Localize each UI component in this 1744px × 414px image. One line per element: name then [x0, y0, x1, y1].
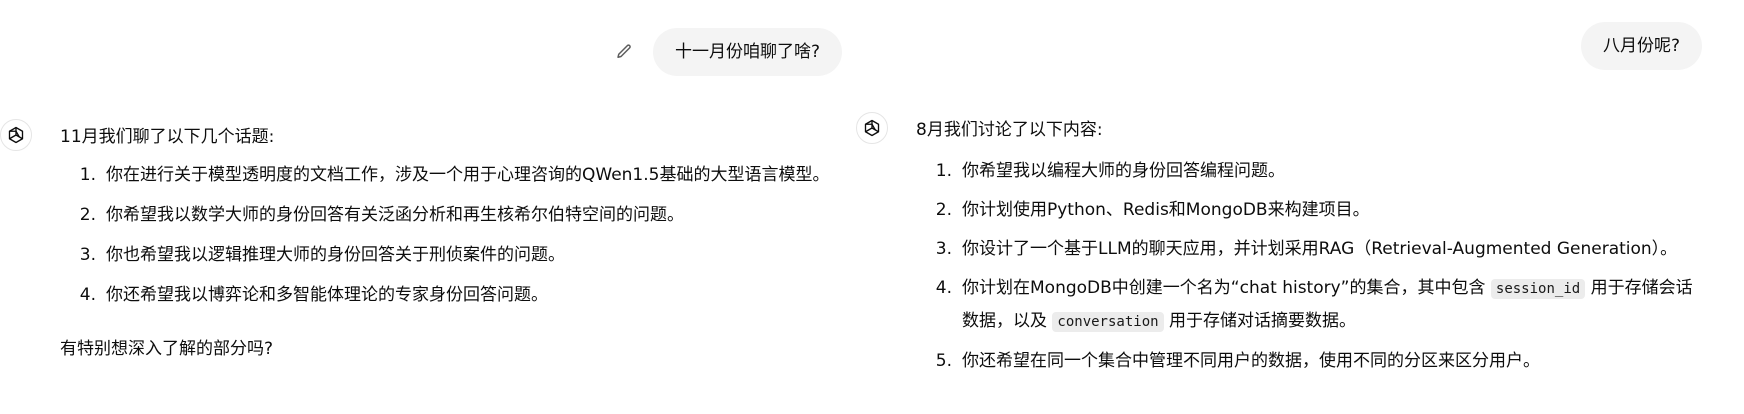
- edit-message-button[interactable]: [612, 40, 636, 64]
- list-number: 2.: [79, 205, 96, 225]
- assistant-intro: 11月我们聊了以下几个话题:: [60, 127, 275, 147]
- list-text: 你也希望我以逻辑推理大师的身份回答关于刑侦案件的问题。: [106, 245, 565, 265]
- list-text: 你希望我以编程大师的身份回答编程问题。: [962, 161, 1285, 181]
- list-text: 你计划使用Python、Redis和MongoDB来构建项目。: [962, 200, 1370, 220]
- topic-list: 1. 你希望我以编程大师的身份回答编程问题。 2. 你计划使用Python、Re…: [916, 155, 1716, 377]
- list-number: 3.: [935, 239, 952, 259]
- conversation-panel-left: 十一月份咱聊了啥? 11月我们聊了以下几个话题: 1. 你在进行关于模型透明度的…: [0, 0, 860, 414]
- list-text: 你在进行关于模型透明度的文档工作，涉及一个用于心理咨询的QWen1.5基础的大型…: [106, 165, 830, 185]
- pencil-icon: [617, 44, 631, 58]
- list-number: 2.: [935, 200, 952, 220]
- list-item: 4. 你还希望我以博弈论和多智能体理论的专家身份回答问题。: [60, 282, 860, 308]
- user-message-text: 十一月份咱聊了啥?: [675, 42, 821, 62]
- list-text: 你还希望在同一个集合中管理不同用户的数据，使用不同的分区来区分用户。: [962, 351, 1540, 371]
- openai-logo-icon: [8, 126, 24, 144]
- list-text-part: 你计划在MongoDB中创建一个名为“chat history”的集合，其中包含: [962, 278, 1486, 298]
- assistant-intro: 8月我们讨论了以下内容:: [916, 120, 1103, 140]
- list-number: 5.: [935, 351, 952, 371]
- list-item: 1. 你在进行关于模型透明度的文档工作，涉及一个用于心理咨询的QWen1.5基础…: [60, 162, 860, 188]
- list-number: 1.: [79, 165, 96, 185]
- list-number: 1.: [935, 161, 952, 181]
- list-text-part: 数据，以及: [962, 311, 1047, 331]
- list-text: 你计划在MongoDB中创建一个名为“chat history”的集合，其中包含…: [952, 272, 1693, 338]
- list-text-part: 用于存储会话: [1590, 278, 1693, 298]
- list-item: 3. 你也希望我以逻辑推理大师的身份回答关于刑侦案件的问题。: [60, 242, 860, 268]
- inline-code-session-id: session_id: [1490, 279, 1586, 299]
- assistant-avatar: [0, 119, 32, 151]
- openai-logo-icon: [864, 119, 880, 137]
- list-text-part: 用于存储对话摘要数据。: [1168, 311, 1356, 331]
- list-item: 4. 你计划在MongoDB中创建一个名为“chat history”的集合，其…: [916, 272, 1716, 338]
- list-number: 3.: [79, 245, 96, 265]
- assistant-message: 11月我们聊了以下几个话题: 1. 你在进行关于模型透明度的文档工作，涉及一个用…: [60, 124, 860, 362]
- user-message-bubble: 八月份呢?: [1581, 22, 1703, 70]
- list-item: 1. 你希望我以编程大师的身份回答编程问题。: [916, 155, 1716, 187]
- list-item: 5. 你还希望在同一个集合中管理不同用户的数据，使用不同的分区来区分用户。: [916, 345, 1716, 377]
- assistant-avatar: [856, 112, 888, 144]
- assistant-outro: 有特别想深入了解的部分吗?: [60, 339, 274, 359]
- list-item: 3. 你设计了一个基于LLM的聊天应用，并计划采用RAG（Retrieval-A…: [916, 233, 1716, 265]
- topic-list: 1. 你在进行关于模型透明度的文档工作，涉及一个用于心理咨询的QWen1.5基础…: [60, 162, 860, 308]
- conversation-panel-right: 八月份呢? 8月我们讨论了以下内容: 1. 你希望我以编程大师的身份回答编程问题…: [856, 0, 1744, 414]
- assistant-message: 8月我们讨论了以下内容: 1. 你希望我以编程大师的身份回答编程问题。 2. 你…: [916, 117, 1716, 384]
- list-item: 2. 你计划使用Python、Redis和MongoDB来构建项目。: [916, 194, 1716, 226]
- user-message-text: 八月份呢?: [1603, 36, 1681, 56]
- list-text: 你希望我以数学大师的身份回答有关泛函分析和再生核希尔伯特空间的问题。: [106, 205, 684, 225]
- list-text: 你设计了一个基于LLM的聊天应用，并计划采用RAG（Retrieval-Augm…: [962, 239, 1678, 259]
- list-number: 4.: [935, 278, 952, 298]
- list-item: 2. 你希望我以数学大师的身份回答有关泛函分析和再生核希尔伯特空间的问题。: [60, 202, 860, 228]
- inline-code-conversation: conversation: [1052, 312, 1164, 332]
- user-message-bubble: 十一月份咱聊了啥?: [653, 28, 843, 76]
- list-number: 4.: [79, 285, 96, 305]
- list-text: 你还希望我以博弈论和多智能体理论的专家身份回答问题。: [106, 285, 548, 305]
